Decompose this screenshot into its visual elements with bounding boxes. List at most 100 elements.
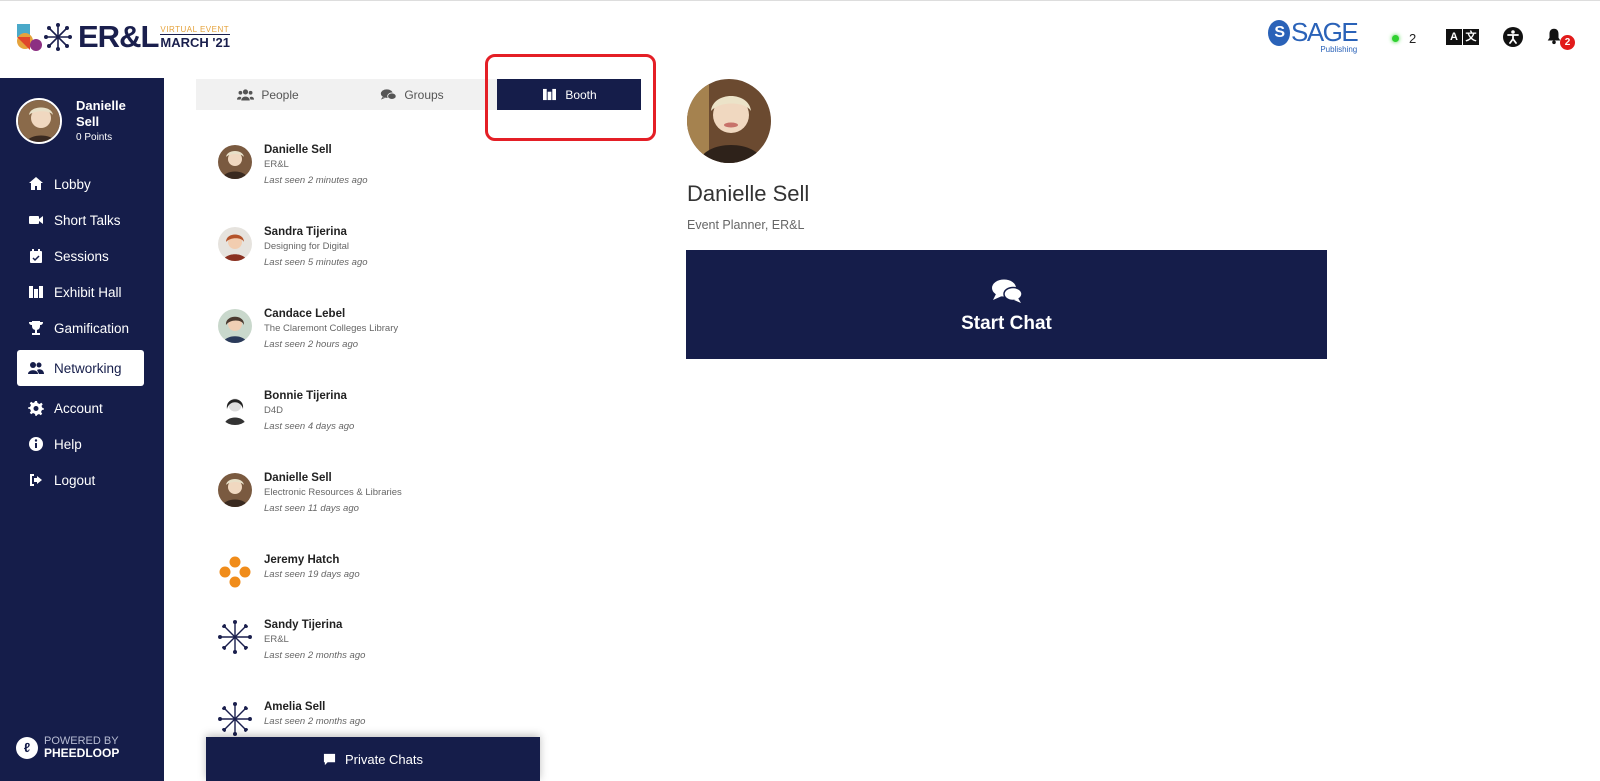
notification-badge: 2 <box>1560 35 1575 50</box>
member-name: Candace Lebel <box>264 308 346 320</box>
list-item[interactable]: Danielle Sell Electronic Resources & Lib… <box>218 468 638 528</box>
list-item[interactable]: Jeremy Hatch Last seen 19 days ago <box>218 550 638 610</box>
accessibility-icon[interactable] <box>1503 27 1523 47</box>
sponsor-sub: Publishing <box>1320 45 1358 54</box>
comments-icon <box>991 279 1023 303</box>
home-icon <box>29 177 43 190</box>
avatar <box>218 391 252 425</box>
start-chat-label: Start Chat <box>961 313 1052 334</box>
sidebar: Danielle Sell 0 Points Lobby Short Talks… <box>0 78 164 781</box>
sidebar-item-help[interactable]: Help <box>0 426 164 462</box>
highlight-annotation <box>485 54 656 141</box>
info-icon <box>29 437 43 451</box>
avatar <box>218 620 252 654</box>
calendar-icon <box>30 249 42 263</box>
list-item[interactable]: Sandra Tijerina Designing for Digital La… <box>218 222 638 282</box>
sidebar-item-sessions[interactable]: Sessions <box>0 238 164 274</box>
member-org: Designing for Digital <box>264 241 350 252</box>
logout-icon <box>30 474 42 486</box>
sidebar-item-lobby[interactable]: Lobby <box>0 166 164 202</box>
tab-label: People <box>261 87 299 102</box>
event-logo[interactable]: ER&L VIRTUAL EVENT MARCH '21 <box>16 19 230 55</box>
list-item[interactable]: Sandy Tijerina ER&L Last seen 2 months a… <box>218 615 638 675</box>
sponsor-logo[interactable]: S SAGE Publishing <box>1268 17 1359 54</box>
member-last-seen: Last seen 2 hours ago <box>264 339 359 350</box>
user-profile[interactable]: Danielle Sell 0 Points <box>16 98 126 144</box>
member-org: Electronic Resources & Libraries <box>264 487 402 498</box>
profile-first-name: Danielle <box>76 98 126 113</box>
start-chat-button[interactable]: Start Chat <box>686 250 1327 359</box>
detail-name: Danielle Sell <box>687 181 810 206</box>
comments-icon <box>381 89 397 100</box>
sidebar-item-label: Short Talks <box>54 212 121 228</box>
logo-virtual-label: VIRTUAL EVENT <box>160 24 230 34</box>
sidebar-item-label: Help <box>54 436 82 452</box>
member-name: Danielle Sell <box>264 144 332 156</box>
member-last-seen: Last seen 11 days ago <box>264 503 359 514</box>
logo-graphic <box>16 21 74 53</box>
comment-icon <box>323 753 336 765</box>
sidebar-item-logout[interactable]: Logout <box>0 462 164 498</box>
sidebar-item-account[interactable]: Account <box>0 390 164 426</box>
sidebar-item-label: Gamification <box>54 320 130 336</box>
avatar <box>218 473 252 507</box>
avatar <box>16 98 62 144</box>
sidebar-item-exhibit-hall[interactable]: Exhibit Hall <box>0 274 164 310</box>
sidebar-item-short-talks[interactable]: Short Talks <box>0 202 164 238</box>
online-dot-icon <box>1392 35 1399 42</box>
detail-title: Event Planner, ER&L <box>687 218 805 232</box>
sidebar-item-label: Logout <box>54 472 96 488</box>
sidebar-item-networking[interactable]: Networking <box>17 350 144 386</box>
tab-people[interactable]: People <box>196 79 340 110</box>
users-icon <box>28 362 44 374</box>
avatar <box>218 145 252 179</box>
member-last-seen: Last seen 19 days ago <box>264 569 360 580</box>
profile-points: 0 Points <box>76 132 113 143</box>
private-chats-label: Private Chats <box>344 751 424 767</box>
member-last-seen: Last seen 2 months ago <box>264 650 366 661</box>
logo-text: ER&L <box>78 19 159 54</box>
tab-label: Groups <box>404 87 444 102</box>
sponsor-mark-icon: S <box>1268 19 1290 46</box>
top-bar: ER&L VIRTUAL EVENT MARCH '21 S SAGE Publ… <box>0 0 1600 78</box>
sidebar-nav: Lobby Short Talks Sessions Exhibit Hall … <box>0 166 164 498</box>
member-org: ER&L <box>264 159 289 170</box>
sidebar-item-label: Account <box>54 400 103 416</box>
member-last-seen: Last seen 4 days ago <box>264 421 355 432</box>
member-name: Sandy Tijerina <box>264 619 343 631</box>
avatar <box>218 309 252 343</box>
list-item[interactable]: Bonnie Tijerina D4D Last seen 4 days ago <box>218 386 638 446</box>
trophy-icon <box>29 321 43 335</box>
online-indicator: 2 <box>1392 31 1416 46</box>
member-name: Danielle Sell <box>264 472 332 484</box>
member-org: ER&L <box>264 634 289 645</box>
gear-icon <box>28 401 44 416</box>
sidebar-item-label: Lobby <box>54 176 91 192</box>
sponsor-name: SAGE <box>1291 17 1359 47</box>
powered-by-brand: PHEEDLOOP <box>44 746 120 760</box>
member-org: D4D <box>264 405 284 416</box>
member-name: Sandra Tijerina <box>264 226 347 238</box>
tab-groups[interactable]: Groups <box>340 79 484 110</box>
avatar <box>218 555 252 589</box>
member-last-seen: Last seen 5 minutes ago <box>264 257 368 268</box>
member-last-seen: Last seen 2 minutes ago <box>264 175 368 186</box>
sidebar-item-gamification[interactable]: Gamification <box>0 310 164 346</box>
avatar <box>687 79 771 163</box>
member-name: Jeremy Hatch <box>264 554 340 566</box>
powered-by[interactable]: ℓ POWERED BY PHEEDLOOP <box>16 736 119 759</box>
avatar <box>218 702 252 736</box>
member-last-seen: Last seen 2 months ago <box>264 716 366 727</box>
sidebar-item-label: Networking <box>54 360 122 376</box>
private-chats-button[interactable]: Private Chats <box>206 737 540 781</box>
member-name: Amelia Sell <box>264 701 326 713</box>
sidebar-item-label: Sessions <box>54 248 109 264</box>
list-item[interactable]: Danielle Sell ER&L Last seen 2 minutes a… <box>218 140 638 200</box>
users-icon <box>237 89 255 101</box>
logo-month-label: MARCH '21 <box>160 33 230 50</box>
list-item[interactable]: Candace Lebel The Claremont Colleges Lib… <box>218 304 638 364</box>
sidebar-item-label: Exhibit Hall <box>54 284 122 300</box>
video-icon <box>29 216 43 224</box>
translate-icon[interactable]: A文 <box>1446 29 1479 45</box>
online-count: 2 <box>1409 31 1417 46</box>
